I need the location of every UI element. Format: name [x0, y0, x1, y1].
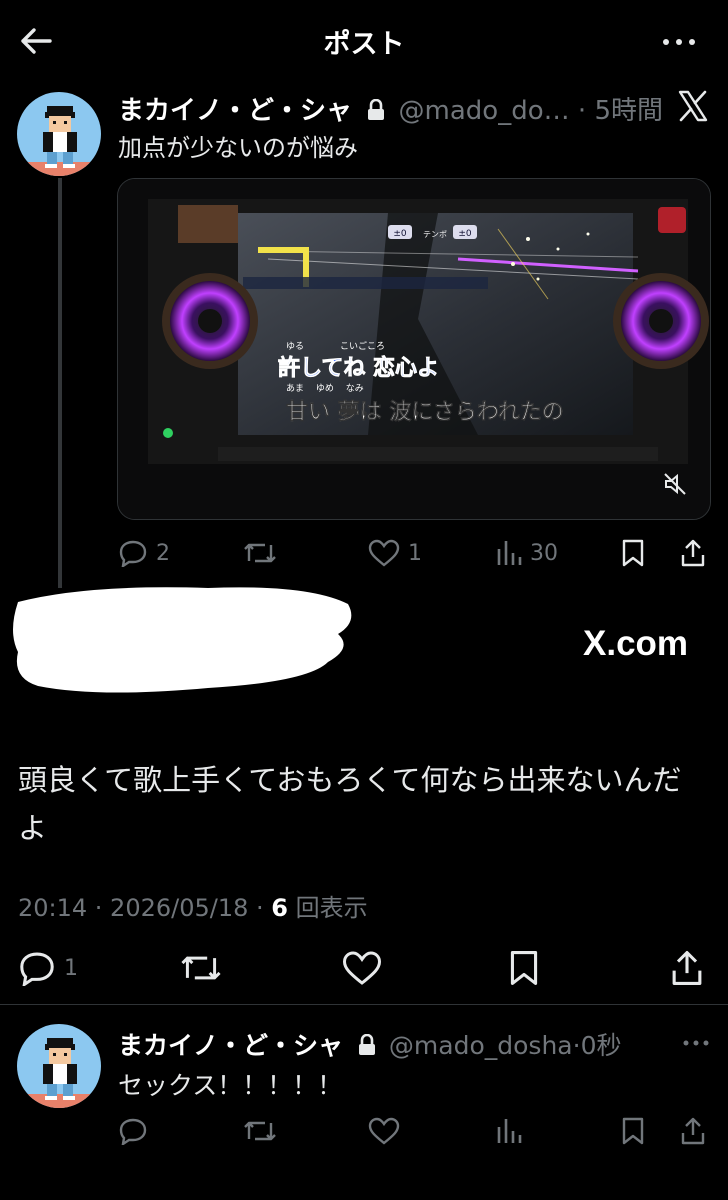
reply-button[interactable]: 1: [18, 950, 78, 986]
retweet-icon: [181, 956, 221, 980]
post-actions: 2 1 30: [118, 538, 713, 568]
reply-icon: [119, 540, 147, 567]
redacted-author-area: [13, 587, 352, 693]
views-label: 回表示: [295, 894, 368, 922]
bookmark-icon: [510, 951, 538, 985]
reply-icon: [20, 952, 54, 986]
handle[interactable]: @mado_do…: [399, 96, 570, 126]
views-chart-icon: [497, 1119, 522, 1143]
top-bar: ポスト: [0, 0, 728, 80]
reply-button[interactable]: [118, 1117, 148, 1145]
handle[interactable]: @mado_dosha: [389, 1031, 573, 1060]
bookmark-button[interactable]: [621, 539, 645, 567]
source-label: X.com: [583, 624, 689, 663]
main-tweet-text: 頭良くて歌上手くておもろくて何なら出来ないんだよ: [18, 763, 682, 845]
like-count: 1: [408, 540, 422, 566]
reply-text: セックス！！！！！: [118, 1071, 343, 1100]
views-count: 30: [530, 540, 558, 566]
share-icon: [681, 1117, 705, 1145]
reply-count: 2: [156, 540, 170, 566]
bookmark-icon: [622, 539, 644, 567]
video-frame: ±0 ±0 テンポ ゆる こいごころ 許してね 恋心よ あま ゆめ なみ 甘い …: [118, 179, 710, 519]
x-logo-icon[interactable]: [677, 90, 709, 122]
views-chart-icon: [497, 541, 522, 565]
tweet-meta: 20:14 · 2026/05/18 · 6 回表示: [18, 888, 368, 923]
lyrics-line1: 許してね 恋心よ: [278, 355, 439, 381]
like-button[interactable]: 1: [368, 539, 422, 567]
divider: [0, 1004, 728, 1005]
mute-icon[interactable]: [662, 471, 688, 497]
like-button[interactable]: [342, 950, 382, 986]
bookmark-icon: [622, 1117, 644, 1145]
display-name[interactable]: まカイノ・ど・シャ: [118, 96, 352, 126]
views-button[interactable]: [496, 1117, 522, 1145]
thread-line: [58, 178, 62, 588]
views-number: 6: [271, 894, 288, 922]
heart-icon: [342, 951, 382, 985]
lock-icon: [368, 98, 385, 120]
reply-actions: [118, 1116, 713, 1146]
share-button[interactable]: [680, 1117, 706, 1145]
post-text: 加点が少ないのが悩み: [118, 134, 358, 162]
page-title: ポスト: [323, 29, 405, 60]
avatar[interactable]: [17, 1024, 101, 1108]
tempo-value: ±0: [458, 229, 472, 239]
share-icon: [681, 539, 705, 567]
display-name[interactable]: まカイノ・ど・シャ: [118, 1031, 343, 1060]
share-icon: [672, 951, 702, 985]
lyrics-line2: 甘い 夢は 波にさらわれたの: [286, 400, 564, 425]
bookmark-button[interactable]: [621, 1117, 645, 1145]
retweet-button[interactable]: [243, 539, 277, 567]
more-options-icon[interactable]: [683, 1040, 709, 1046]
post-video[interactable]: ±0 ±0 テンポ ゆる こいごころ 許してね 恋心よ あま ゆめ なみ 甘い …: [117, 178, 711, 520]
reply-icon: [119, 1118, 147, 1145]
more-options-icon[interactable]: [662, 38, 696, 46]
lock-icon: [358, 1033, 375, 1055]
furigana-line2: あま ゆめ なみ: [286, 383, 364, 394]
avatar[interactable]: [17, 92, 101, 176]
reply-button[interactable]: 2: [118, 539, 170, 567]
like-button[interactable]: [368, 1117, 400, 1145]
post-time: 5時間: [594, 96, 663, 126]
retweet-button[interactable]: [180, 950, 222, 986]
tempo-label: テンポ: [423, 230, 447, 239]
reply-count: 1: [64, 955, 78, 981]
timestamp: 20:14 · 2026/05/18 ·: [18, 894, 272, 922]
key-value: ±0: [393, 229, 407, 239]
views-button[interactable]: 30: [496, 539, 558, 567]
retweet-icon: [244, 543, 276, 563]
reply-header: まカイノ・ど・シャ @mado_dosha·0秒: [118, 1031, 622, 1060]
share-button[interactable]: [670, 950, 704, 986]
furigana-line1: ゆる こいごころ: [286, 340, 385, 352]
main-tweet-actions: 1: [18, 950, 708, 986]
heart-icon: [368, 539, 400, 567]
retweet-button[interactable]: [243, 1117, 277, 1145]
retweet-icon: [244, 1121, 276, 1141]
bookmark-button[interactable]: [508, 950, 540, 986]
heart-icon: [368, 1117, 400, 1145]
reply-time: 0秒: [580, 1031, 622, 1060]
share-button[interactable]: [680, 539, 706, 567]
post-header: まカイノ・ど・シャ @mado_do… · 5時間: [118, 96, 663, 126]
